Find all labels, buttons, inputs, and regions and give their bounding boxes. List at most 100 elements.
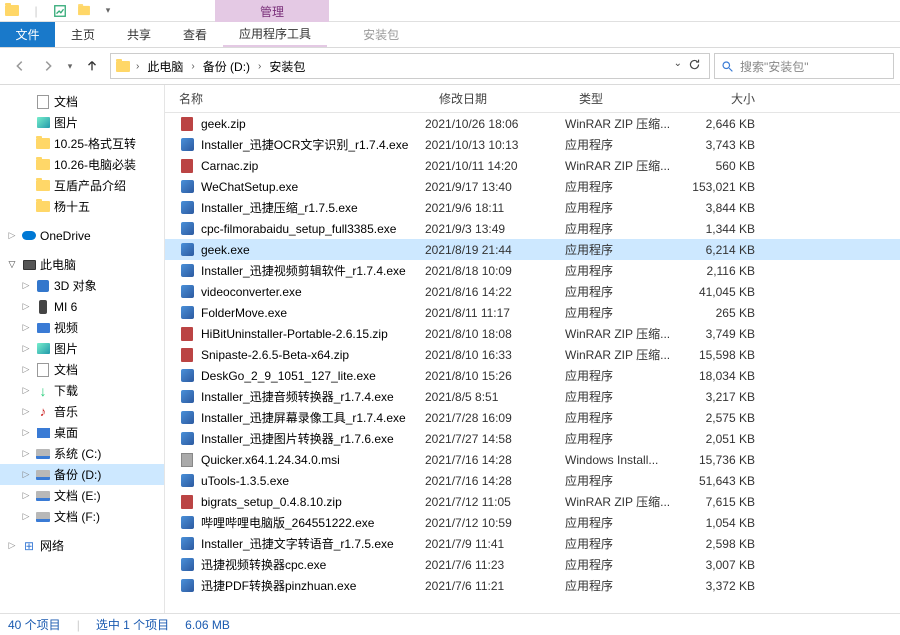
file-date: 2021/8/10 18:08 bbox=[425, 327, 565, 341]
file-row[interactable]: Carnac.zip2021/10/11 14:20WinRAR ZIP 压缩.… bbox=[165, 155, 900, 176]
file-row[interactable]: Installer_迅捷视频剪辑软件_r1.7.4.exe2021/8/18 1… bbox=[165, 260, 900, 281]
recent-dropdown[interactable]: ▾ bbox=[62, 52, 78, 80]
file-row[interactable]: Installer_迅捷图片转换器_r1.7.6.exe2021/7/27 14… bbox=[165, 428, 900, 449]
nav-mi6[interactable]: MI 6 bbox=[0, 296, 164, 317]
file-row[interactable]: WeChatSetup.exe2021/9/17 13:40应用程序153,02… bbox=[165, 176, 900, 197]
nav-network[interactable]: ⊞网络 bbox=[0, 535, 164, 556]
file-row[interactable]: DeskGo_2_9_1051_127_lite.exe2021/8/10 15… bbox=[165, 365, 900, 386]
file-row[interactable]: geek.exe2021/8/19 21:44应用程序6,214 KB bbox=[165, 239, 900, 260]
breadcrumb-drive[interactable]: 备份 (D:) bbox=[200, 58, 253, 75]
file-date: 2021/7/9 11:41 bbox=[425, 537, 565, 551]
nav-pictures-2[interactable]: 图片 bbox=[0, 338, 164, 359]
file-row[interactable]: 哔哩哔哩电脑版_264551222.exe2021/7/12 10:59应用程序… bbox=[165, 512, 900, 533]
nav-drive-d[interactable]: 备份 (D:) bbox=[0, 464, 164, 485]
file-type-icon bbox=[179, 137, 195, 153]
nav-desktop[interactable]: 桌面 bbox=[0, 422, 164, 443]
qat-customize-icon[interactable]: ▾ bbox=[96, 0, 120, 22]
column-headers[interactable]: 名称 修改日期 类型 大小 bbox=[165, 85, 900, 113]
file-size: 153,021 KB bbox=[685, 180, 775, 194]
file-row[interactable]: videoconverter.exe2021/8/16 14:22应用程序41,… bbox=[165, 281, 900, 302]
file-size: 15,736 KB bbox=[685, 453, 775, 467]
up-button[interactable] bbox=[78, 52, 106, 80]
file-date: 2021/8/19 21:44 bbox=[425, 243, 565, 257]
tab-home[interactable]: 主页 bbox=[55, 22, 111, 47]
file-type-icon bbox=[179, 494, 195, 510]
nav-videos[interactable]: 视频 bbox=[0, 317, 164, 338]
nav-this-pc[interactable]: 此电脑 bbox=[0, 254, 164, 275]
file-row[interactable]: Installer_迅捷压缩_r1.7.5.exe2021/9/6 18:11应… bbox=[165, 197, 900, 218]
chevron-right-icon[interactable]: › bbox=[188, 61, 197, 72]
new-folder-icon[interactable] bbox=[72, 0, 96, 22]
search-input[interactable]: 搜索"安装包" bbox=[714, 53, 894, 79]
tab-app-tools[interactable]: 应用程序工具 bbox=[223, 22, 327, 47]
file-type-icon bbox=[179, 473, 195, 489]
file-row[interactable]: uTools-1.3.5.exe2021/7/16 14:28应用程序51,64… bbox=[165, 470, 900, 491]
nav-drive-c[interactable]: 系统 (C:) bbox=[0, 443, 164, 464]
file-date: 2021/10/13 10:13 bbox=[425, 138, 565, 152]
file-size: 3,217 KB bbox=[685, 390, 775, 404]
file-type-icon bbox=[179, 305, 195, 321]
nav-3d-objects[interactable]: 3D 对象 bbox=[0, 275, 164, 296]
file-type-icon bbox=[179, 431, 195, 447]
search-icon bbox=[721, 60, 734, 73]
file-type-icon bbox=[179, 179, 195, 195]
back-button[interactable] bbox=[6, 52, 34, 80]
forward-button[interactable] bbox=[34, 52, 62, 80]
nav-folder-yang[interactable]: 杨十五 bbox=[0, 196, 164, 217]
file-date: 2021/8/10 15:26 bbox=[425, 369, 565, 383]
file-size: 2,598 KB bbox=[685, 537, 775, 551]
file-name: DeskGo_2_9_1051_127_lite.exe bbox=[201, 369, 425, 383]
nav-documents[interactable]: 文档 bbox=[0, 91, 164, 112]
navigation-pane[interactable]: 文档 图片 10.25-格式互转 10.26-电脑必装 互盾产品介绍 杨十五 O… bbox=[0, 85, 165, 613]
properties-icon[interactable] bbox=[48, 0, 72, 22]
nav-documents-2[interactable]: 文档 bbox=[0, 359, 164, 380]
chevron-right-icon[interactable]: › bbox=[255, 61, 264, 72]
breadcrumb-folder[interactable]: 安装包 bbox=[266, 58, 308, 75]
col-name[interactable]: 名称 bbox=[165, 90, 425, 107]
nav-drive-f[interactable]: 文档 (F:) bbox=[0, 506, 164, 527]
col-size[interactable]: 大小 bbox=[685, 90, 775, 107]
file-row[interactable]: Quicker.x64.1.24.34.0.msi2021/7/16 14:28… bbox=[165, 449, 900, 470]
file-size: 2,575 KB bbox=[685, 411, 775, 425]
file-type: 应用程序 bbox=[565, 283, 685, 300]
status-bar: 40 个项目 | 选中 1 个项目 6.06 MB bbox=[0, 613, 900, 635]
nav-pictures[interactable]: 图片 bbox=[0, 112, 164, 133]
file-row[interactable]: Installer_迅捷OCR文字识别_r1.7.4.exe2021/10/13… bbox=[165, 134, 900, 155]
refresh-icon[interactable] bbox=[688, 58, 701, 74]
col-type[interactable]: 类型 bbox=[565, 90, 685, 107]
tab-view[interactable]: 查看 bbox=[167, 22, 223, 47]
file-size: 2,646 KB bbox=[685, 117, 775, 131]
col-date[interactable]: 修改日期 bbox=[425, 90, 565, 107]
chevron-right-icon[interactable]: › bbox=[133, 61, 142, 72]
qat-separator: | bbox=[24, 0, 48, 22]
file-type-icon bbox=[179, 536, 195, 552]
file-type-icon bbox=[179, 284, 195, 300]
nav-onedrive[interactable]: OneDrive bbox=[0, 225, 164, 246]
file-row[interactable]: FolderMove.exe2021/8/11 11:17应用程序265 KB bbox=[165, 302, 900, 323]
nav-folder-hudun[interactable]: 互盾产品介绍 bbox=[0, 175, 164, 196]
nav-downloads[interactable]: ↓下载 bbox=[0, 380, 164, 401]
nav-drive-e[interactable]: 文档 (E:) bbox=[0, 485, 164, 506]
file-row[interactable]: geek.zip2021/10/26 18:06WinRAR ZIP 压缩...… bbox=[165, 113, 900, 134]
nav-folder-1026[interactable]: 10.26-电脑必装 bbox=[0, 154, 164, 175]
file-type: 应用程序 bbox=[565, 556, 685, 573]
file-row[interactable]: Installer_迅捷文字转语音_r1.7.5.exe2021/7/9 11:… bbox=[165, 533, 900, 554]
file-type-icon bbox=[179, 368, 195, 384]
history-dropdown-icon[interactable]: ⌄ bbox=[674, 58, 682, 74]
breadcrumb[interactable]: › 此电脑 › 备份 (D:) › 安装包 ⌄ bbox=[110, 53, 710, 79]
file-size: 3,372 KB bbox=[685, 579, 775, 593]
file-row[interactable]: HiBitUninstaller-Portable-2.6.15.zip2021… bbox=[165, 323, 900, 344]
tab-file[interactable]: 文件 bbox=[0, 22, 55, 47]
file-row[interactable]: bigrats_setup_0.4.8.10.zip2021/7/12 11:0… bbox=[165, 491, 900, 512]
tab-share[interactable]: 共享 bbox=[111, 22, 167, 47]
file-row[interactable]: cpc-filmorabaidu_setup_full3385.exe2021/… bbox=[165, 218, 900, 239]
file-row[interactable]: 迅捷PDF转换器pinzhuan.exe2021/7/6 11:21应用程序3,… bbox=[165, 575, 900, 596]
file-row[interactable]: 迅捷视频转换器cpc.exe2021/7/6 11:23应用程序3,007 KB bbox=[165, 554, 900, 575]
file-row[interactable]: Installer_迅捷屏幕录像工具_r1.7.4.exe2021/7/28 1… bbox=[165, 407, 900, 428]
breadcrumb-pc[interactable]: 此电脑 bbox=[144, 58, 186, 75]
file-type-icon bbox=[179, 116, 195, 132]
nav-music[interactable]: ♪音乐 bbox=[0, 401, 164, 422]
file-row[interactable]: Installer_迅捷音频转换器_r1.7.4.exe2021/8/5 8:5… bbox=[165, 386, 900, 407]
nav-folder-1025[interactable]: 10.25-格式互转 bbox=[0, 133, 164, 154]
file-row[interactable]: Snipaste-2.6.5-Beta-x64.zip2021/8/10 16:… bbox=[165, 344, 900, 365]
